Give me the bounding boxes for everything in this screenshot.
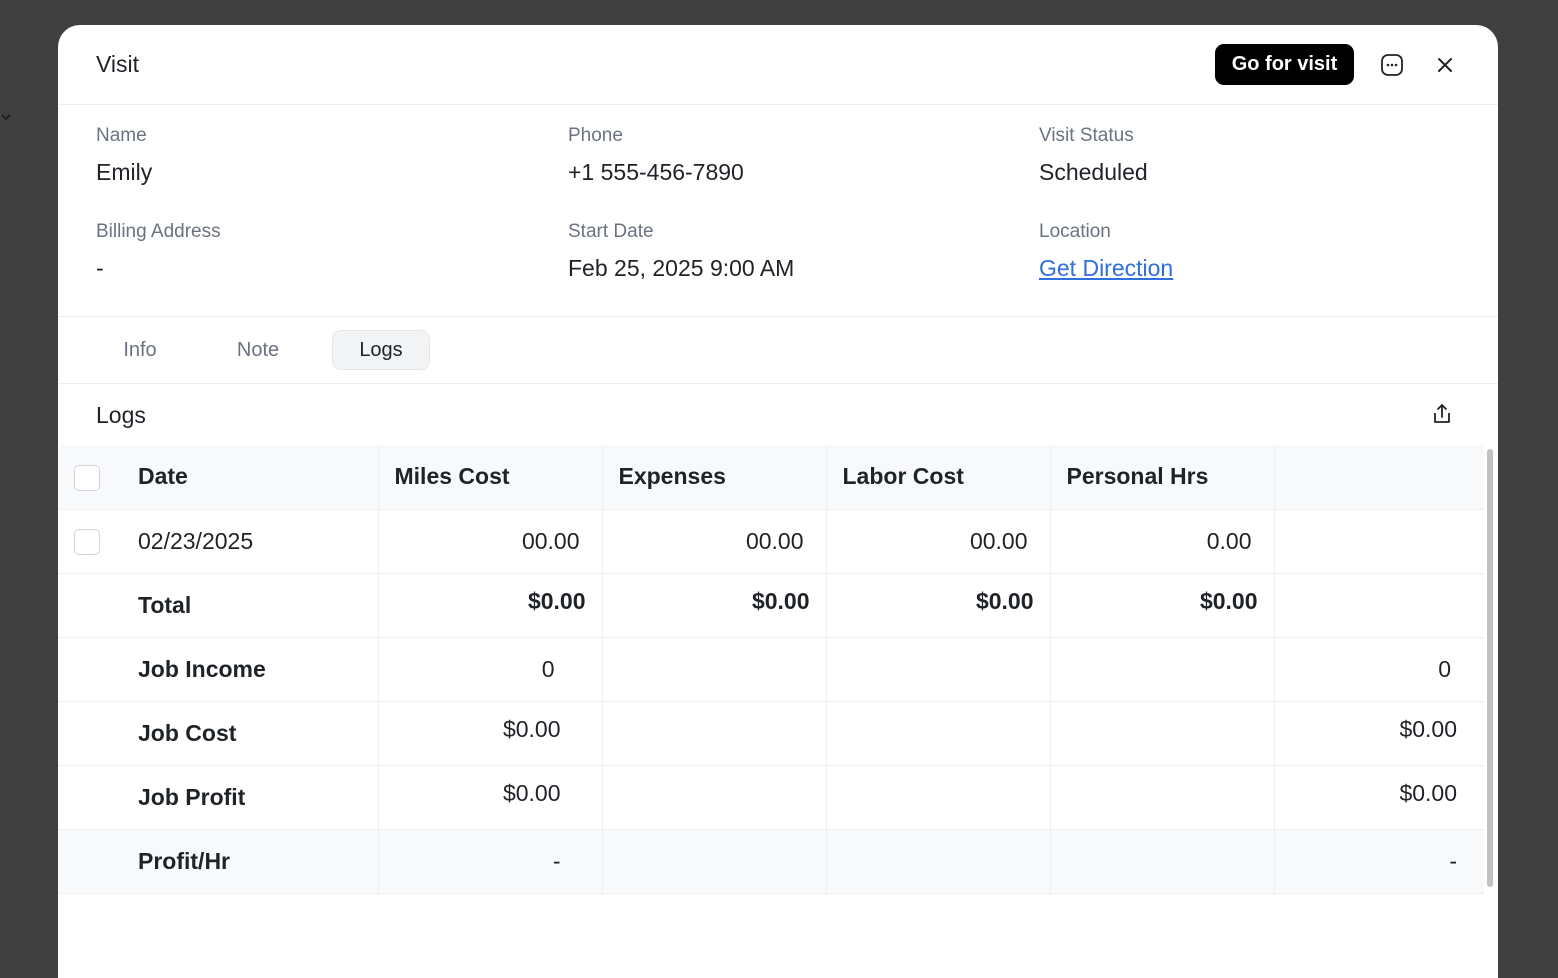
miles-cost-cell: 00.00 xyxy=(377,509,602,574)
modal-title: Visit xyxy=(96,51,140,77)
location-field: Location Get Direction xyxy=(1039,221,1173,282)
job-profit-value: $0.00 xyxy=(377,765,602,830)
name-value: Emily xyxy=(96,159,153,185)
start-date-label: Start Date xyxy=(568,221,654,242)
personal-hrs-cell: 0.00 xyxy=(1049,509,1274,574)
status-field: Visit Status Scheduled xyxy=(1039,125,1148,186)
tab-note[interactable]: Note xyxy=(214,330,302,370)
logs-title: Logs xyxy=(96,402,146,428)
column-header-personal-hrs[interactable]: Personal Hrs xyxy=(1049,445,1274,510)
name-field: Name Emily xyxy=(96,125,152,186)
logs-table-container: Date Miles Cost Expenses Labor Cost Pers… xyxy=(58,445,1498,895)
expenses-cell: 00.00 xyxy=(601,509,826,574)
job-profit-summary: $0.00 xyxy=(1273,765,1484,830)
profit-per-hour-value: - xyxy=(377,829,602,894)
total-expenses: $0.00 xyxy=(601,573,826,638)
modal-header: Visit Go for visit xyxy=(58,25,1498,105)
column-header-blank xyxy=(1273,445,1484,510)
tab-bar: Info Note Logs xyxy=(58,317,1498,384)
job-income-row: Job Income 0 0 xyxy=(58,637,1484,702)
logs-table: Date Miles Cost Expenses Labor Cost Pers… xyxy=(58,445,1484,894)
column-header-expenses[interactable]: Expenses xyxy=(601,445,826,510)
job-income-value: 0 xyxy=(377,637,602,702)
billing-field: Billing Address - xyxy=(96,221,221,282)
total-personal-hrs: $0.00 xyxy=(1049,573,1274,638)
job-income-summary: 0 xyxy=(1273,637,1484,702)
table-scrollbar[interactable] xyxy=(1487,449,1493,887)
close-icon[interactable] xyxy=(1431,51,1459,79)
chevron-down-icon xyxy=(0,111,14,125)
job-income-label: Job Income xyxy=(122,637,378,702)
labor-cost-cell: 00.00 xyxy=(825,509,1050,574)
total-miles-cost: $0.00 xyxy=(377,573,602,638)
start-date-value: Feb 25, 2025 9:00 AM xyxy=(568,255,795,281)
job-cost-row: Job Cost $0.00 $0.00 xyxy=(58,701,1484,766)
table-row: 02/23/2025 00.00 00.00 00.00 0.00 xyxy=(58,509,1484,574)
job-cost-value: $0.00 xyxy=(377,701,602,766)
row-select-cell xyxy=(58,509,122,574)
logs-header: Logs xyxy=(58,384,1498,445)
phone-label: Phone xyxy=(568,125,623,146)
visit-details: Name Emily Phone +1 555-456-7890 Visit S… xyxy=(58,105,1498,317)
share-export-icon[interactable] xyxy=(1430,402,1458,430)
column-header-date[interactable]: Date xyxy=(122,445,378,510)
empty-cell xyxy=(1273,509,1484,574)
start-date-field: Start Date Feb 25, 2025 9:00 AM xyxy=(568,221,794,282)
profit-per-hour-label: Profit/Hr xyxy=(122,829,378,894)
total-row: Total $0.00 $0.00 $0.00 $0.00 xyxy=(58,573,1484,638)
status-value: Scheduled xyxy=(1039,159,1148,185)
visit-modal: Visit Go for visit Name Emily Phone +1 5… xyxy=(58,25,1498,978)
go-for-visit-button[interactable]: Go for visit xyxy=(1215,44,1354,85)
billing-label: Billing Address xyxy=(96,221,221,242)
table-header-row: Date Miles Cost Expenses Labor Cost Pers… xyxy=(58,445,1484,510)
select-all-checkbox[interactable] xyxy=(74,464,100,491)
get-direction-link[interactable]: Get Direction xyxy=(1039,255,1173,282)
phone-field: Phone +1 555-456-7890 xyxy=(568,125,744,186)
status-label: Visit Status xyxy=(1039,125,1134,146)
total-label: Total xyxy=(122,573,378,638)
chat-icon[interactable] xyxy=(1378,51,1406,79)
column-header-miles-cost[interactable]: Miles Cost xyxy=(377,445,602,510)
phone-value: +1 555-456-7890 xyxy=(568,159,744,185)
location-label: Location xyxy=(1039,221,1111,242)
job-cost-summary: $0.00 xyxy=(1273,701,1484,766)
date-cell: 02/23/2025 xyxy=(122,509,378,574)
name-label: Name xyxy=(96,125,147,146)
tab-info[interactable]: Info xyxy=(96,330,184,370)
row-checkbox[interactable] xyxy=(74,528,100,555)
total-labor-cost: $0.00 xyxy=(825,573,1050,638)
job-cost-label: Job Cost xyxy=(122,701,378,766)
select-all-cell xyxy=(58,445,122,510)
column-header-labor-cost[interactable]: Labor Cost xyxy=(825,445,1050,510)
job-profit-label: Job Profit xyxy=(122,765,378,830)
tab-logs[interactable]: Logs xyxy=(332,330,430,370)
billing-value: - xyxy=(96,255,104,281)
profit-per-hour-summary: - xyxy=(1273,829,1484,894)
profit-per-hour-row: Profit/Hr - - xyxy=(58,829,1484,894)
job-profit-row: Job Profit $0.00 $0.00 xyxy=(58,765,1484,830)
